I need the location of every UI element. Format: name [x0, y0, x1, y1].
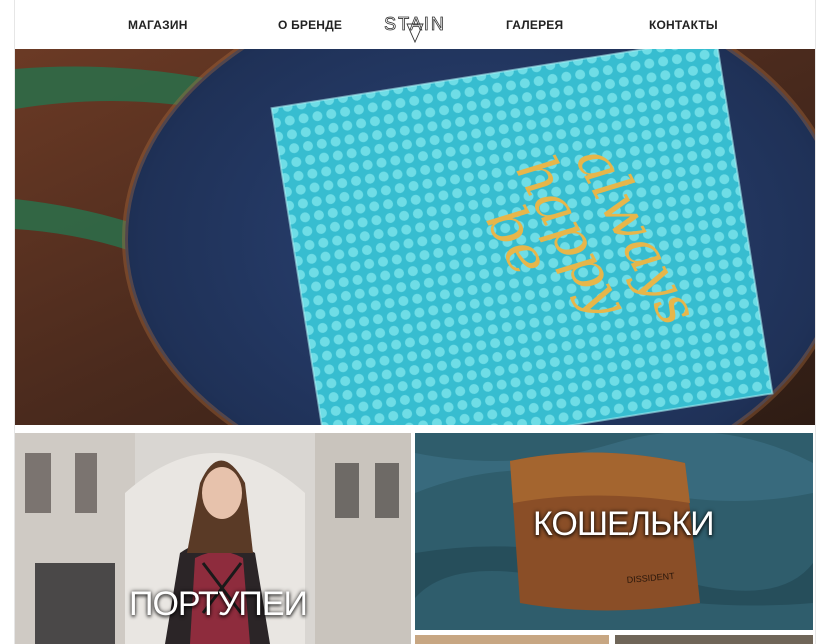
- top-navigation: МАГАЗИН О БРЕНДЕ STAIN ГАЛЕРЕЯ КОНТАКТЫ: [15, 0, 815, 48]
- brand-logo[interactable]: STAIN: [383, 8, 447, 44]
- nav-item-about-brand[interactable]: О БРЕНДЕ: [278, 18, 342, 32]
- hero-image: be happy always: [15, 49, 815, 425]
- nav-item-contacts[interactable]: КОНТАКТЫ: [649, 18, 718, 32]
- category-tile-partial-1[interactable]: [415, 635, 609, 644]
- category-tile-partial-2[interactable]: [615, 635, 813, 644]
- category-title-harness: ПОРТУПЕИ: [129, 585, 308, 623]
- hero-banner: be happy always: [15, 49, 815, 425]
- category-tile-harness[interactable]: ПОРТУПЕИ: [15, 433, 411, 644]
- page-frame: МАГАЗИН О БРЕНДЕ STAIN ГАЛЕРЕЯ КОНТАКТЫ: [14, 0, 816, 644]
- category-tile-wallets[interactable]: DISSIDENT КОШЕЛЬКИ: [415, 433, 813, 630]
- nav-item-gallery[interactable]: ГАЛЕРЕЯ: [506, 18, 563, 32]
- category-title-wallets: КОШЕЛЬКИ: [533, 505, 715, 543]
- logo-icon: STAIN: [384, 14, 444, 44]
- nav-item-shop[interactable]: МАГАЗИН: [128, 18, 188, 32]
